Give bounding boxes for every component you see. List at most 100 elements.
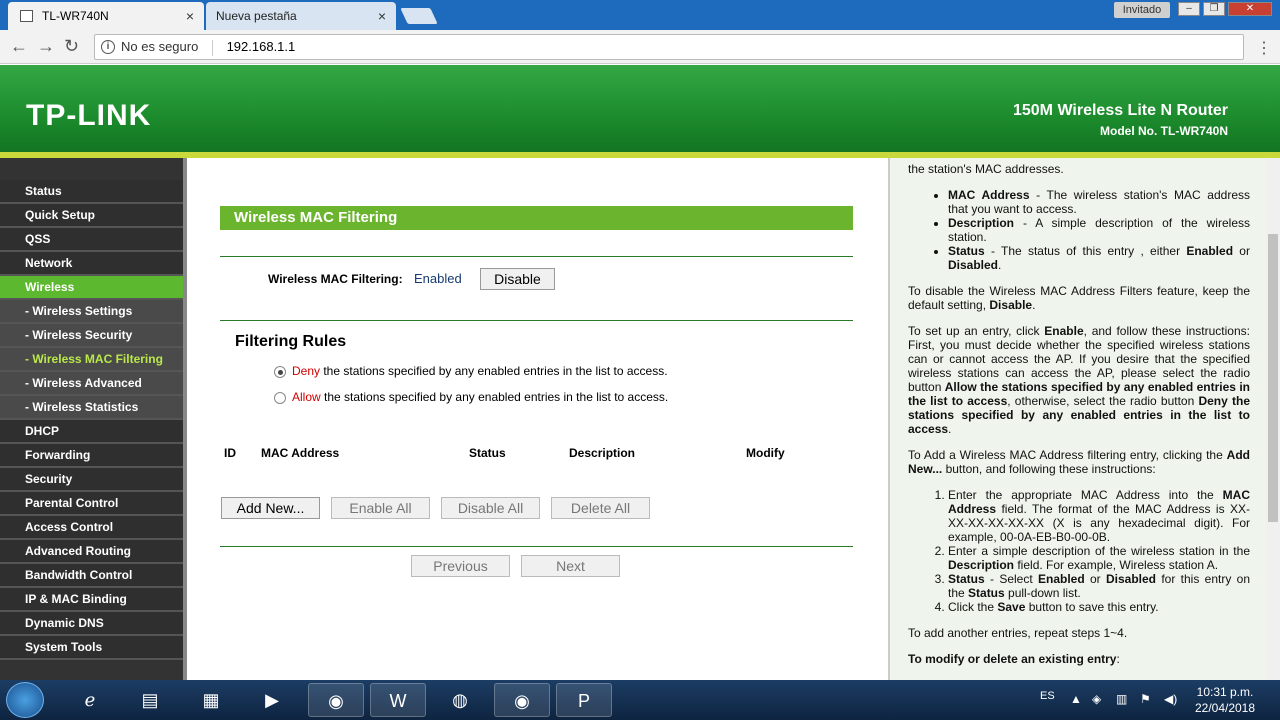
column-header-mac-address: MAC Address — [261, 446, 340, 460]
network-icon[interactable]: ▥ — [1116, 692, 1127, 706]
close-tab-icon[interactable]: × — [186, 8, 194, 24]
clock[interactable]: 10:31 p.m. 22/04/2018 — [1190, 684, 1260, 716]
help-repeat-paragraph: To add another entries, repeat steps 1~4… — [908, 626, 1128, 640]
deny-radio[interactable] — [274, 366, 286, 378]
add-new-button[interactable]: Add New... — [221, 497, 320, 519]
previous-button[interactable]: Previous — [411, 555, 510, 577]
list-item: Click the Save button to save this entry… — [948, 600, 1250, 614]
sidebar-item-qss[interactable]: QSS — [0, 228, 184, 252]
sidebar: Status Quick Setup QSS Network Wireless … — [0, 158, 187, 680]
sidebar-item-ip-mac-binding[interactable]: IP & MAC Binding — [0, 588, 184, 612]
sidebar-menu: Status Quick Setup QSS Network Wireless … — [0, 180, 184, 660]
volume-icon[interactable]: ◀) — [1164, 692, 1177, 706]
deny-rule-desc: the stations specified by any enabled en… — [320, 364, 668, 378]
disable-button[interactable]: Disable — [480, 268, 555, 290]
sidebar-item-dynamic-dns[interactable]: Dynamic DNS — [0, 612, 184, 636]
list-item: Enter the appropriate MAC Address into t… — [948, 488, 1250, 544]
address-bar[interactable]: i No es seguro 192.168.1.1 — [94, 34, 1244, 60]
word-icon[interactable]: W — [370, 683, 426, 717]
help-modify-paragraph: To modify or delete an existing entry: — [908, 652, 1120, 666]
ie-icon[interactable]: ℯ — [62, 683, 118, 717]
calculator-icon[interactable]: ▦ — [183, 683, 239, 717]
help-scrollbar[interactable] — [1266, 158, 1280, 680]
main-panel: Wireless MAC Filtering Wireless MAC Filt… — [188, 158, 886, 680]
list-item: Status - The status of this entry , eith… — [948, 244, 1250, 272]
divider — [220, 256, 853, 257]
list-item: MAC Address - The wireless station's MAC… — [948, 188, 1250, 216]
antivirus-icon[interactable]: ◈ — [1092, 692, 1101, 706]
allow-rule-text: Allow the stations specified by any enab… — [292, 390, 668, 404]
start-button-icon[interactable] — [6, 682, 44, 718]
close-tab-icon[interactable]: × — [378, 8, 386, 24]
browser-toolbar: ← → ↻ i No es seguro 192.168.1.1 ⋮ — [0, 30, 1280, 64]
mac-filtering-label: Wireless MAC Filtering: — [268, 272, 403, 286]
sidebar-item-status[interactable]: Status — [0, 180, 184, 204]
explorer-icon[interactable]: ▤ — [122, 683, 178, 717]
page-favicon-icon — [20, 10, 33, 22]
powerpoint-icon[interactable]: P — [556, 683, 612, 717]
column-header-status: Status — [469, 446, 506, 460]
media-player-icon[interactable]: ▶ — [244, 683, 300, 717]
sidebar-item-parental-control[interactable]: Parental Control — [0, 492, 184, 516]
firefox-icon[interactable]: ◍ — [432, 683, 488, 717]
column-header-description: Description — [569, 446, 636, 460]
new-tab-button[interactable] — [400, 8, 438, 24]
sidebar-item-security[interactable]: Security — [0, 468, 184, 492]
sidebar-item-wireless-mac-filtering[interactable]: - Wireless MAC Filtering — [0, 348, 184, 372]
url-text: 192.168.1.1 — [226, 39, 296, 54]
disable-all-button[interactable]: Disable All — [441, 497, 540, 519]
browser-menu-icon[interactable]: ⋮ — [1256, 38, 1272, 58]
forward-icon[interactable]: → — [37, 36, 55, 56]
chrome-icon[interactable]: ◉ — [308, 683, 364, 717]
help-text: the station's MAC addresses. MAC Address… — [908, 162, 1250, 678]
help-setup-paragraph: To set up an entry, click Enable, and fo… — [908, 324, 1250, 436]
next-button[interactable]: Next — [521, 555, 620, 577]
enable-all-button[interactable]: Enable All — [331, 497, 430, 519]
help-steps-list: Enter the appropriate MAC Address into t… — [948, 488, 1250, 614]
clock-time: 10:31 p.m. — [1196, 685, 1254, 699]
sidebar-item-wireless-security[interactable]: - Wireless Security — [0, 324, 184, 348]
divider — [220, 546, 853, 547]
sidebar-scrollbar[interactable] — [183, 158, 187, 680]
minimize-icon[interactable]: – — [1178, 2, 1200, 16]
sidebar-item-system-tools[interactable]: System Tools — [0, 636, 184, 660]
sidebar-item-forwarding[interactable]: Forwarding — [0, 444, 184, 468]
tab-tl-wr740n[interactable]: TL-WR740N × — [8, 2, 204, 30]
sidebar-item-wireless-advanced[interactable]: - Wireless Advanced — [0, 372, 184, 396]
flag-icon[interactable]: ⚑ — [1140, 692, 1151, 706]
tab-nueva-pestana[interactable]: Nueva pestaña × — [206, 2, 396, 30]
sidebar-item-wireless-settings[interactable]: - Wireless Settings — [0, 300, 184, 324]
show-hidden-icons-icon[interactable]: ▲ — [1070, 692, 1082, 706]
router-title: 150M Wireless Lite N Router — [1012, 102, 1228, 119]
list-item: Status - Select Enabled or Disabled for … — [948, 572, 1250, 600]
section-title: Wireless MAC Filtering — [220, 206, 853, 230]
sidebar-item-dhcp[interactable]: DHCP — [0, 420, 184, 444]
deny-word: Deny — [292, 364, 321, 378]
sidebar-item-access-control[interactable]: Access Control — [0, 516, 184, 540]
help-add-paragraph: To Add a Wireless MAC Address filtering … — [908, 448, 1250, 476]
allow-word: Allow — [292, 390, 321, 404]
list-item: Enter a simple description of the wirele… — [948, 544, 1250, 572]
restore-icon[interactable]: ❐ — [1203, 2, 1225, 16]
allow-radio[interactable] — [274, 392, 286, 404]
info-icon[interactable]: i — [101, 40, 115, 54]
profile-button[interactable]: Invitado — [1114, 2, 1170, 18]
close-window-icon[interactable]: ✕ — [1228, 2, 1272, 16]
delete-all-button[interactable]: Delete All — [551, 497, 650, 519]
allow-rule-desc: the stations specified by any enabled en… — [320, 390, 669, 404]
sidebar-item-bandwidth-control[interactable]: Bandwidth Control — [0, 564, 184, 588]
sidebar-item-advanced-routing[interactable]: Advanced Routing — [0, 540, 184, 564]
column-header-modify: Modify — [746, 446, 785, 460]
browser-tab-strip: TL-WR740N × Nueva pestaña × Invitado – ❐… — [0, 0, 1280, 30]
help-field-list: MAC Address - The wireless station's MAC… — [948, 188, 1250, 272]
sidebar-item-quick-setup[interactable]: Quick Setup — [0, 204, 184, 228]
router-model: Model No. TL-WR740N — [1100, 124, 1228, 138]
language-indicator[interactable]: ES — [1040, 690, 1055, 702]
chrome-icon[interactable]: ◉ — [494, 683, 550, 717]
sidebar-item-wireless-statistics[interactable]: - Wireless Statistics — [0, 396, 184, 420]
sidebar-item-network[interactable]: Network — [0, 252, 184, 276]
reload-icon[interactable]: ↻ — [64, 36, 79, 56]
back-icon[interactable]: ← — [10, 36, 28, 56]
scrollbar-thumb[interactable] — [1268, 234, 1278, 522]
sidebar-item-wireless[interactable]: Wireless — [0, 276, 184, 300]
